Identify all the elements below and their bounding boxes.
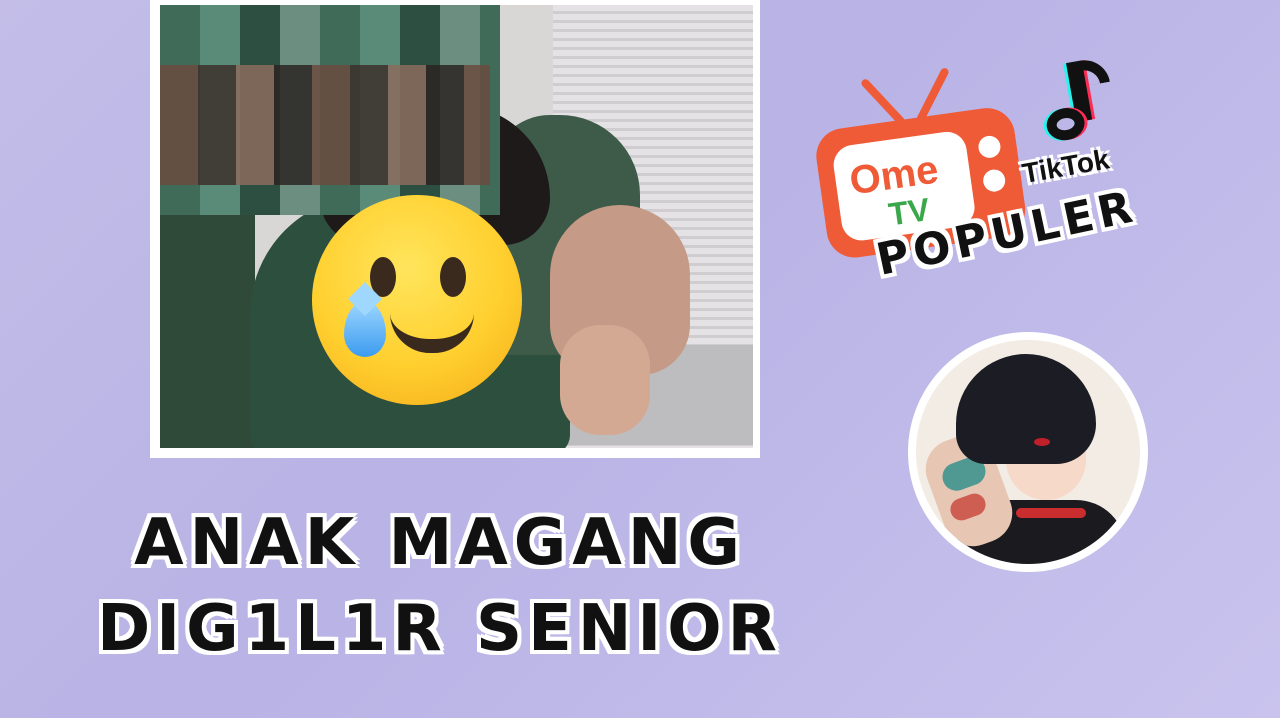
avatar-eye	[1034, 438, 1050, 446]
headline: ANAK MAGANG DIG1L1R SENIOR	[90, 500, 790, 672]
avatar-image	[916, 340, 1140, 564]
crying-smiling-face-icon	[312, 195, 522, 405]
avatar-hair	[956, 354, 1096, 464]
headline-line-1: ANAK MAGANG	[134, 506, 746, 580]
hand	[560, 325, 650, 435]
emoji-eye-right	[440, 257, 466, 297]
tiktok-logo: TikTok	[999, 47, 1181, 213]
tiktok-note-icon	[1029, 56, 1122, 149]
emoji-smile	[390, 313, 474, 353]
tear-drop-icon	[344, 301, 386, 357]
headline-line-2: DIG1L1R SENIOR	[97, 592, 783, 666]
pixelated-blur-face	[160, 65, 490, 185]
photo-frame	[150, 0, 760, 458]
tv-knob	[981, 168, 1007, 193]
avatar-necklace	[1016, 508, 1086, 518]
tiktok-label: TikTok	[1019, 143, 1112, 190]
tv-knob	[977, 134, 1002, 160]
censored-photo	[160, 5, 753, 448]
anime-avatar-icon	[908, 332, 1148, 572]
